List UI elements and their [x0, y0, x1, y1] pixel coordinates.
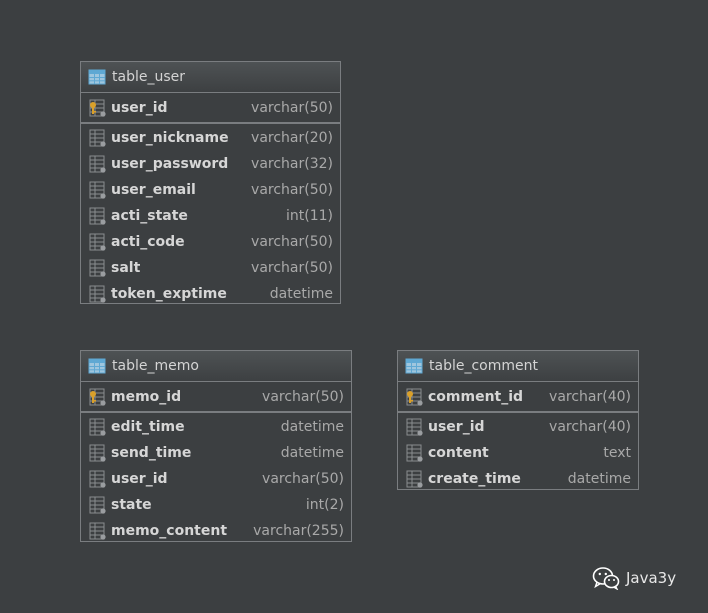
column-row[interactable]: user_password varchar(32): [81, 151, 340, 177]
column-icon: [406, 470, 423, 488]
key-column-icon: [406, 388, 423, 406]
column-name: content: [428, 445, 489, 461]
table-comment-entity[interactable]: table_comment comment_id varchar(40) use…: [397, 350, 639, 490]
table-icon: [88, 69, 106, 85]
column-icon: [89, 181, 106, 199]
column-type: int(11): [286, 208, 333, 224]
column-row[interactable]: acti_code varchar(50): [81, 229, 340, 255]
column-row[interactable]: memo_content varchar(255): [81, 518, 351, 544]
column-icon: [89, 285, 106, 303]
table-header: table_comment: [398, 351, 638, 382]
column-name: user_id: [111, 100, 168, 116]
watermark: Java3y: [592, 566, 676, 590]
table-name: table_memo: [112, 358, 199, 374]
column-type: datetime: [280, 419, 344, 435]
column-name: user_nickname: [111, 130, 229, 146]
column-icon: [89, 522, 106, 540]
column-type: int(2): [305, 497, 344, 513]
column-type: datetime: [280, 445, 344, 461]
key-column-icon: [89, 388, 106, 406]
primary-key-section: user_id varchar(50): [81, 93, 340, 124]
column-row[interactable]: user_id varchar(40): [398, 414, 638, 440]
column-type: varchar(50): [251, 260, 333, 276]
column-type: varchar(255): [253, 523, 344, 539]
column-type: text: [603, 445, 631, 461]
column-type: varchar(20): [251, 130, 333, 146]
column-name: salt: [111, 260, 141, 276]
table-name: table_user: [112, 69, 185, 85]
column-name: acti_state: [111, 208, 188, 224]
column-type: datetime: [567, 471, 631, 487]
column-name: memo_content: [111, 523, 228, 539]
column-type: varchar(40): [549, 419, 631, 435]
columns-list: edit_time datetime send_time datetime us…: [81, 413, 351, 544]
table-user-entity[interactable]: table_user user_id varchar(50) user_nick…: [80, 61, 341, 304]
column-name: comment_id: [428, 389, 524, 405]
primary-key-section: memo_id varchar(50): [81, 382, 351, 413]
column-name: acti_code: [111, 234, 185, 250]
column-type: datetime: [269, 286, 333, 302]
column-icon: [406, 444, 423, 462]
column-type: varchar(40): [549, 389, 631, 405]
column-row[interactable]: send_time datetime: [81, 440, 351, 466]
column-type: varchar(50): [251, 182, 333, 198]
column-name: memo_id: [111, 389, 182, 405]
column-type: varchar(50): [262, 471, 344, 487]
column-row-primary-key[interactable]: user_id varchar(50): [81, 95, 340, 121]
column-name: user_email: [111, 182, 196, 198]
column-icon: [89, 259, 106, 277]
column-type: varchar(32): [251, 156, 333, 172]
column-icon: [89, 155, 106, 173]
table-header: table_user: [81, 62, 340, 93]
primary-key-section: comment_id varchar(40): [398, 382, 638, 413]
wechat-icon: [592, 567, 620, 590]
key-column-icon: [89, 99, 106, 117]
column-name: send_time: [111, 445, 192, 461]
table-memo-entity[interactable]: table_memo memo_id varchar(50) edit_time…: [80, 350, 352, 542]
column-row[interactable]: edit_time datetime: [81, 414, 351, 440]
column-icon: [89, 444, 106, 462]
column-row[interactable]: user_email varchar(50): [81, 177, 340, 203]
column-name: create_time: [428, 471, 521, 487]
table-icon: [405, 358, 423, 374]
watermark-text: Java3y: [626, 569, 677, 587]
column-row[interactable]: content text: [398, 440, 638, 466]
column-name: user_id: [428, 419, 485, 435]
column-icon: [89, 129, 106, 147]
column-row[interactable]: user_nickname varchar(20): [81, 125, 340, 151]
column-icon: [89, 207, 106, 225]
column-row[interactable]: create_time datetime: [398, 466, 638, 492]
column-row[interactable]: acti_state int(11): [81, 203, 340, 229]
table-icon: [88, 358, 106, 374]
column-name: edit_time: [111, 419, 185, 435]
column-name: token_exptime: [111, 286, 227, 302]
column-row[interactable]: salt varchar(50): [81, 255, 340, 281]
column-type: varchar(50): [251, 234, 333, 250]
column-name: user_password: [111, 156, 229, 172]
column-icon: [89, 470, 106, 488]
column-row-primary-key[interactable]: comment_id varchar(40): [398, 384, 638, 410]
column-icon: [89, 233, 106, 251]
column-row[interactable]: state int(2): [81, 492, 351, 518]
column-row-primary-key[interactable]: memo_id varchar(50): [81, 384, 351, 410]
column-type: varchar(50): [262, 389, 344, 405]
columns-list: user_nickname varchar(20) user_password …: [81, 124, 340, 307]
column-name: user_id: [111, 471, 168, 487]
column-name: state: [111, 497, 152, 513]
column-row[interactable]: token_exptime datetime: [81, 281, 340, 307]
column-type: varchar(50): [251, 100, 333, 116]
column-row[interactable]: user_id varchar(50): [81, 466, 351, 492]
table-header: table_memo: [81, 351, 351, 382]
columns-list: user_id varchar(40) content text create_…: [398, 413, 638, 492]
column-icon: [89, 496, 106, 514]
column-icon: [406, 418, 423, 436]
table-name: table_comment: [429, 358, 538, 374]
column-icon: [89, 418, 106, 436]
